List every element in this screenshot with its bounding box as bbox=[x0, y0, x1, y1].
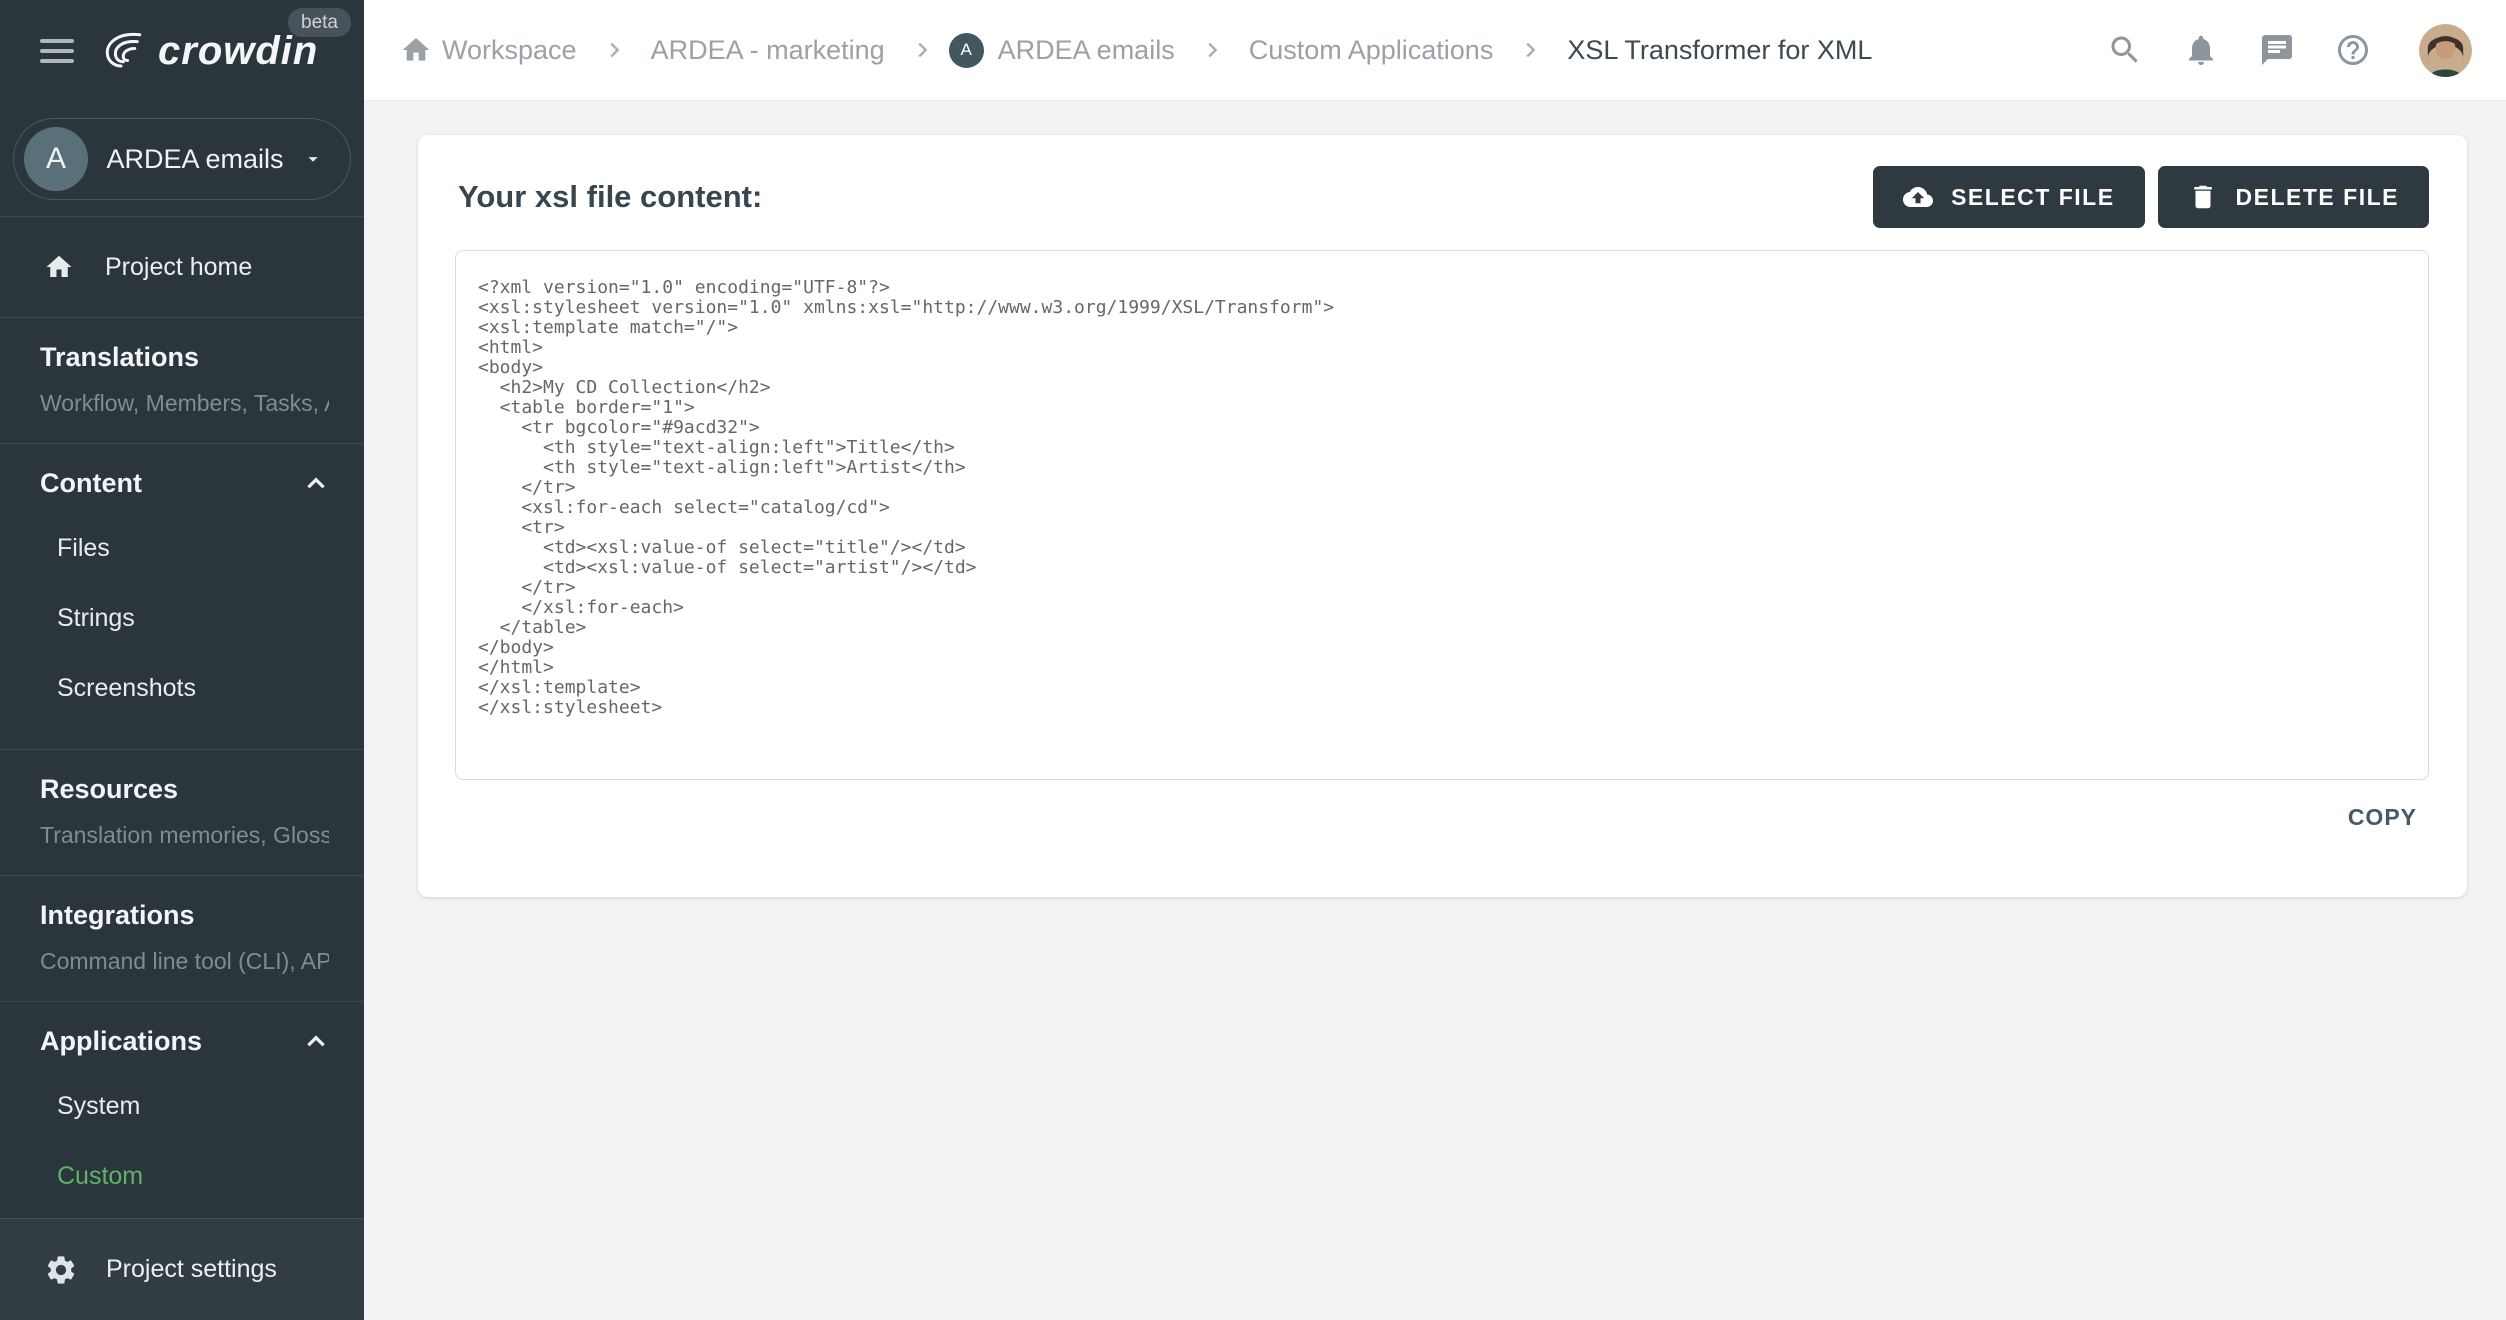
cloud-upload-icon bbox=[1903, 187, 1934, 207]
chevron-right-icon bbox=[1526, 42, 1536, 58]
chevron-right-icon bbox=[1208, 42, 1218, 58]
sidebar-item-strings[interactable]: Strings bbox=[40, 583, 329, 653]
sidebar-section-applications: Applications System Custom bbox=[0, 1001, 364, 1218]
sidebar-item-files[interactable]: Files bbox=[40, 513, 329, 583]
chevron-down-icon bbox=[308, 157, 318, 162]
sidebar-block-home: Project home bbox=[0, 216, 364, 317]
copy-button[interactable]: COPY bbox=[2348, 804, 2417, 831]
breadcrumb-current-page: XSL Transformer for XML bbox=[1567, 34, 1873, 65]
user-avatar[interactable] bbox=[2419, 23, 2472, 77]
main-area: Workspace ARDEA - marketing A ARDEA emai… bbox=[364, 0, 2506, 1320]
page-title: Your xsl file content: bbox=[458, 179, 763, 214]
hamburger-menu-icon[interactable] bbox=[40, 38, 74, 63]
breadcrumb-project-label: ARDEA emails bbox=[997, 34, 1175, 65]
sidebar: crowdin beta A ARDEA emails Project home… bbox=[0, 0, 364, 1320]
chevron-up-icon bbox=[307, 1035, 325, 1047]
project-name: ARDEA emails bbox=[106, 143, 284, 174]
section-title: Translations bbox=[40, 342, 200, 373]
breadcrumb-workspace[interactable]: Workspace bbox=[442, 35, 577, 66]
project-switcher[interactable]: A ARDEA emails bbox=[13, 118, 351, 201]
file-actions: SELECT FILE DELETE FILE bbox=[1873, 166, 2429, 228]
messages-chat-icon[interactable] bbox=[2259, 32, 2295, 68]
xsl-code-viewer[interactable]: <?xml version="1.0" encoding="UTF-8"?> <… bbox=[455, 250, 2429, 780]
section-subtitle: Translation memories, Glossari… bbox=[40, 822, 329, 849]
chevron-right-icon bbox=[609, 42, 619, 58]
sidebar-section-translations[interactable]: Translations Workflow, Members, Tasks, A… bbox=[0, 317, 364, 443]
project-settings-label: Project settings bbox=[106, 1255, 277, 1283]
project-avatar: A bbox=[24, 127, 88, 192]
sidebar-item-label: Project home bbox=[105, 252, 253, 281]
crowdin-swoosh-icon bbox=[105, 32, 142, 67]
section-title: Content bbox=[40, 468, 142, 499]
page-content: Your xsl file content: SELECT FILE DELET… bbox=[364, 101, 2506, 1320]
section-title: Resources bbox=[40, 774, 179, 805]
sidebar-section-applications-header[interactable]: Applications bbox=[40, 1026, 329, 1057]
home-breadcrumb-icon[interactable] bbox=[400, 34, 432, 66]
crowdin-logo-text: crowdin bbox=[158, 28, 319, 73]
notifications-bell-icon[interactable] bbox=[2183, 32, 2219, 68]
breadcrumb-project[interactable]: A ARDEA emails bbox=[948, 32, 1185, 68]
section-title: Applications bbox=[40, 1026, 203, 1057]
breadcrumb-custom-applications[interactable]: Custom Applications bbox=[1249, 35, 1494, 66]
topbar: Workspace ARDEA - marketing A ARDEA emai… bbox=[364, 0, 2506, 101]
topbar-actions bbox=[2107, 23, 2472, 77]
sidebar-item-custom[interactable]: Custom bbox=[40, 1141, 329, 1211]
beta-badge: beta bbox=[288, 8, 351, 37]
sidebar-item-project-settings[interactable]: Project settings bbox=[0, 1218, 364, 1320]
search-icon[interactable] bbox=[2107, 32, 2143, 68]
sidebar-section-integrations[interactable]: Integrations Command line tool (CLI), AP… bbox=[0, 875, 364, 1001]
delete-file-label: DELETE FILE bbox=[2235, 183, 2399, 210]
xsl-code-content: <?xml version="1.0" encoding="UTF-8"?> <… bbox=[478, 277, 1335, 718]
section-title: Integrations bbox=[40, 900, 195, 931]
delete-file-button[interactable]: DELETE FILE bbox=[2157, 166, 2429, 228]
sidebar-item-project-home[interactable]: Project home bbox=[0, 217, 364, 317]
section-subtitle: Command line tool (CLI), API, A… bbox=[40, 948, 329, 975]
select-file-label: SELECT FILE bbox=[1951, 183, 2115, 210]
chevron-right-icon bbox=[918, 42, 927, 58]
gear-icon bbox=[47, 1255, 75, 1284]
sidebar-item-system[interactable]: System bbox=[40, 1071, 329, 1141]
sidebar-section-resources[interactable]: Resources Translation memories, Glossari… bbox=[0, 749, 364, 875]
chevron-up-icon bbox=[307, 477, 325, 489]
select-file-button[interactable]: SELECT FILE bbox=[1873, 166, 2145, 228]
breadcrumb-organization[interactable]: ARDEA - marketing bbox=[651, 35, 885, 66]
xsl-content-card: Your xsl file content: SELECT FILE DELET… bbox=[418, 135, 2467, 897]
trash-icon bbox=[2193, 185, 2212, 209]
sidebar-item-screenshots[interactable]: Screenshots bbox=[40, 653, 329, 723]
sidebar-section-content: Content Files Strings Screenshots bbox=[0, 443, 364, 749]
home-icon bbox=[46, 256, 72, 278]
crowdin-logo[interactable]: crowdin bbox=[100, 31, 318, 71]
sidebar-section-content-header[interactable]: Content bbox=[40, 468, 329, 499]
project-avatar-small: A bbox=[948, 32, 984, 68]
breadcrumb: Workspace ARDEA - marketing A ARDEA emai… bbox=[400, 32, 2107, 68]
sidebar-nav: Project home Translations Workflow, Memb… bbox=[0, 216, 364, 1218]
section-subtitle: Workflow, Members, Tasks, Act… bbox=[40, 390, 329, 417]
help-icon[interactable] bbox=[2335, 32, 2371, 68]
sidebar-header: crowdin beta bbox=[0, 0, 364, 101]
